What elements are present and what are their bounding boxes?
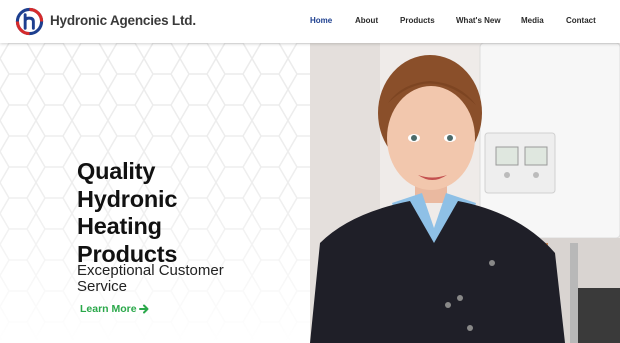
- subtitle-line: Service: [77, 278, 128, 295]
- arrow-right-icon: [138, 304, 149, 314]
- nav-media[interactable]: Media: [521, 16, 544, 25]
- hydronic-logo-icon[interactable]: [15, 7, 44, 36]
- headline-line: Hydronic: [77, 185, 178, 212]
- nav-contact[interactable]: Contact: [566, 16, 596, 25]
- headline-line: Quality: [77, 158, 156, 184]
- nav-about[interactable]: About: [355, 16, 378, 25]
- brand-name[interactable]: Hydronic Agencies Ltd.: [50, 13, 196, 28]
- learn-more-label: Learn More: [80, 303, 137, 315]
- technician-photo-illustration: [310, 43, 620, 343]
- site-header: Hydronic Agencies Ltd. Home About Produc…: [0, 0, 620, 43]
- learn-more-link[interactable]: Learn More: [80, 303, 149, 315]
- hero-photo: [310, 43, 620, 343]
- subtitle-line: Exceptional Customer: [77, 262, 224, 279]
- hero-subtitle: Exceptional Customer Service: [77, 263, 277, 295]
- nav-home[interactable]: Home: [310, 16, 332, 25]
- nav-whats-new[interactable]: What's New: [456, 16, 501, 25]
- hero-headline: Quality Hydronic Heating Products: [77, 158, 277, 268]
- headline-line: Heating: [77, 213, 162, 239]
- nav-products[interactable]: Products: [400, 16, 435, 25]
